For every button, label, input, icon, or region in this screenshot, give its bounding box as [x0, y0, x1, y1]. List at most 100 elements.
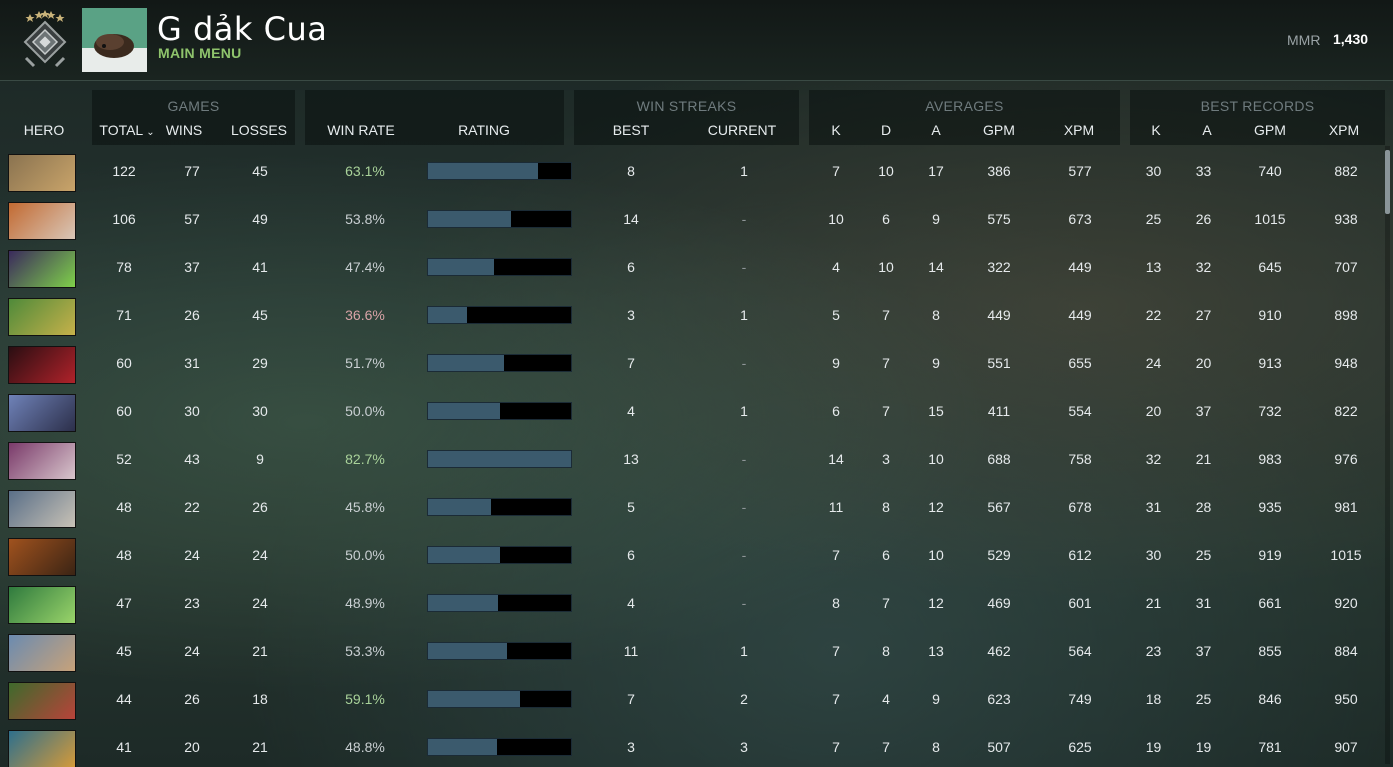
cell-best-k: 18	[1145, 691, 1162, 707]
hero-portrait[interactable]	[8, 394, 76, 432]
best-records-group-title: BEST RECORDS	[1200, 98, 1315, 114]
cell-total: 48	[116, 547, 132, 563]
player-name: G dảk Cua	[157, 10, 328, 48]
cell-best-a: 25	[1195, 547, 1212, 563]
cell-current-streak: 1	[740, 307, 748, 323]
table-row[interactable]: 60 30 30 4 1 6 7 15 411 554 20 37 732 822 50.0%	[0, 388, 1385, 436]
table-row[interactable]: 71 26 45 3 1 5 7 8 449 449 22 27 910 898 36.6%	[0, 292, 1385, 340]
hero-portrait[interactable]	[8, 538, 76, 576]
col-total[interactable]: TOTAL ⌄	[94, 122, 160, 138]
rating-bar-fill	[428, 499, 491, 515]
cell-avg-d: 7	[882, 403, 890, 419]
cell-avg-a: 17	[928, 163, 944, 179]
cell-total: 45	[116, 643, 132, 659]
hero-portrait[interactable]	[8, 346, 76, 384]
table-row[interactable]: 44 26 18 7 2 7 4 9 623 749 18 25 846 950 59.1%	[0, 676, 1385, 724]
hero-portrait[interactable]	[8, 730, 76, 767]
cell-best-a: 33	[1195, 163, 1212, 179]
cell-avg-k: 4	[832, 259, 840, 275]
cell-avg-a: 12	[928, 595, 944, 611]
cell-best-a: 31	[1195, 595, 1212, 611]
cell-best-streak: 5	[627, 499, 635, 515]
cell-best-k: 24	[1145, 355, 1162, 371]
table-row[interactable]: 60 31 29 7 - 9 7 9 551 655 24 20 913 948 51.7%	[0, 340, 1385, 388]
table-row[interactable]: 106 57 49 14-10 6 9 575 673 25 26 1015 938 53.8%	[0, 196, 1385, 244]
col-avg-d[interactable]: D	[871, 122, 901, 138]
hero-portrait[interactable]	[8, 202, 76, 240]
cell-best-a: 28	[1195, 499, 1212, 515]
col-avg-a[interactable]: A	[921, 122, 951, 138]
hero-portrait[interactable]	[8, 586, 76, 624]
cell-wins: 26	[184, 691, 200, 707]
table-row[interactable]: 52 43 9 13 - 14 3 10 688 758 32 21 983 976 82.7%	[0, 436, 1385, 484]
rating-bar-fill	[428, 259, 494, 275]
cell-best-a: 20	[1195, 355, 1212, 371]
col-hero[interactable]: HERO	[14, 122, 74, 138]
cell-avg-d: 10	[878, 259, 894, 275]
cell-win-rate: 50.0%	[345, 403, 385, 419]
cell-win-rate: 63.1%	[345, 163, 385, 179]
cell-avg-xpm: 601	[1068, 595, 1092, 611]
cell-best-streak: 7	[627, 691, 635, 707]
cell-current-streak: 1	[740, 163, 748, 179]
cell-avg-d: 6	[882, 547, 890, 563]
col-current-streak[interactable]: CURRENT	[700, 122, 784, 138]
cell-win-rate: 36.6%	[345, 307, 385, 323]
cell-avg-gpm: 567	[987, 499, 1011, 515]
cell-losses: 24	[252, 595, 268, 611]
hero-portrait[interactable]	[8, 442, 76, 480]
col-best-gpm[interactable]: GPM	[1245, 122, 1295, 138]
col-avg-k[interactable]: K	[821, 122, 851, 138]
cell-best-xpm: 981	[1334, 499, 1358, 515]
hero-portrait[interactable]	[8, 250, 76, 288]
col-best-a[interactable]: A	[1192, 122, 1222, 138]
cell-avg-xpm: 577	[1068, 163, 1092, 179]
cell-best-streak: 13	[623, 451, 639, 467]
cell-best-a: 25	[1195, 691, 1212, 707]
cell-avg-k: 7	[832, 691, 840, 707]
cell-avg-k: 9	[832, 355, 840, 371]
col-best-k[interactable]: K	[1141, 122, 1171, 138]
cell-current-streak: -	[741, 499, 747, 515]
cell-total: 48	[116, 499, 132, 515]
player-avatar[interactable]	[82, 8, 147, 72]
main-menu-link[interactable]: MAIN MENU	[158, 45, 242, 61]
table-row[interactable]: 45 24 21 11 1 7 8 13 462 564 23 37 855 884 53.3%	[0, 628, 1385, 676]
table-row[interactable]: 47 23 24 4 - 8 7 12 469 601 21 31 661 920 48.9%	[0, 580, 1385, 628]
col-avg-gpm[interactable]: GPM	[974, 122, 1024, 138]
hero-portrait[interactable]	[8, 298, 76, 336]
table-row[interactable]: 41 20 21 3 3 7 7 8 507 625 19 19 781 907 48.8%	[0, 724, 1385, 767]
cell-best-a: 37	[1195, 403, 1212, 419]
table-row[interactable]: 122 77 45 8 1 7 10 17 386 577 30 33 740 882 63.1%	[0, 148, 1385, 196]
cell-avg-xpm: 758	[1068, 451, 1092, 467]
hero-portrait[interactable]	[8, 490, 76, 528]
cell-best-k: 30	[1145, 547, 1162, 563]
col-best-streak[interactable]: BEST	[601, 122, 661, 138]
cell-total: 52	[116, 451, 132, 467]
table-row[interactable]: 78 37 41 6 - 4 10 14 322 449 13 32 645 707 47.4%	[0, 244, 1385, 292]
table-row[interactable]: 48 24 24 6 - 7 6 10 529 612 30 25 919 1015 50.0%	[0, 532, 1385, 580]
hero-portrait[interactable]	[8, 682, 76, 720]
col-wins[interactable]: WINS	[158, 122, 210, 138]
rating-bar-fill	[428, 691, 520, 707]
hero-portrait[interactable]	[8, 154, 76, 192]
col-best-xpm[interactable]: XPM	[1319, 122, 1369, 138]
cell-best-gpm: 661	[1258, 595, 1282, 611]
cell-wins: 20	[184, 739, 200, 755]
col-win-rate[interactable]: WIN RATE	[318, 122, 404, 138]
col-rating[interactable]: RATING	[444, 122, 524, 138]
cell-best-xpm: 920	[1334, 595, 1358, 611]
cell-total: 44	[116, 691, 132, 707]
cell-best-streak: 3	[627, 739, 635, 755]
col-avg-xpm[interactable]: XPM	[1054, 122, 1104, 138]
table-row[interactable]: 48 22 26 5 - 11 8 12 567 678 31 28 935 981 45.8%	[0, 484, 1385, 532]
table-scrollbar[interactable]	[1385, 146, 1390, 764]
cell-losses: 9	[256, 451, 264, 467]
hero-portrait[interactable]	[8, 634, 76, 672]
cell-avg-d: 8	[882, 499, 890, 515]
col-losses[interactable]: LOSSES	[225, 122, 293, 138]
cell-avg-xpm: 554	[1068, 403, 1092, 419]
cell-losses: 45	[252, 163, 268, 179]
scrollbar-thumb[interactable]	[1385, 150, 1390, 214]
rating-bar	[427, 498, 572, 516]
